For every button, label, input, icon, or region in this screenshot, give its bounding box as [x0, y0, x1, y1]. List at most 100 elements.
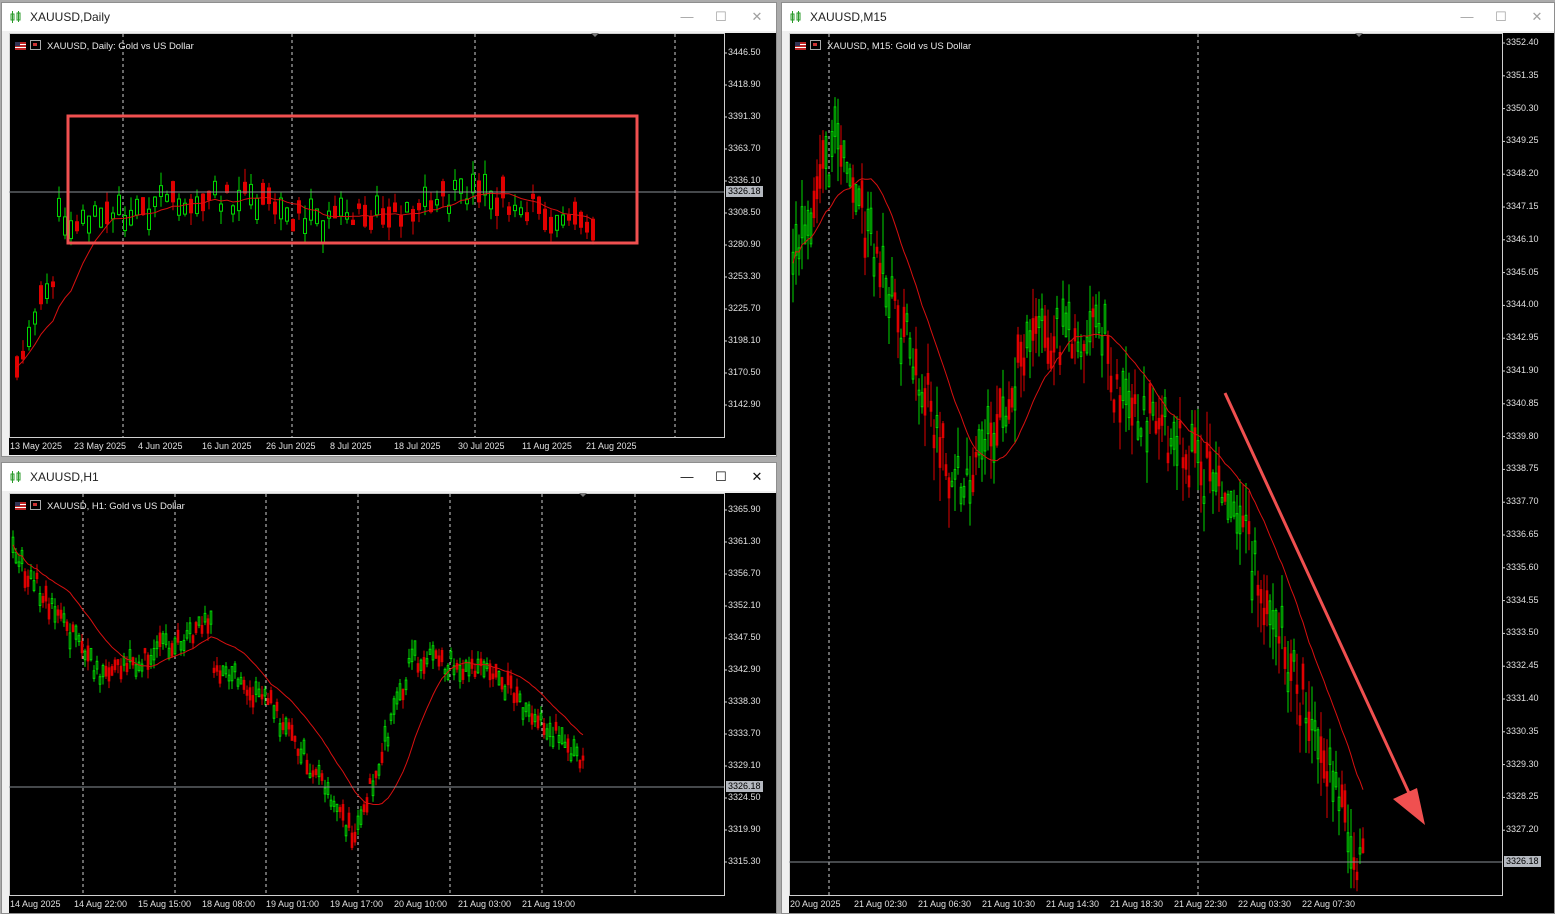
candle — [245, 685, 249, 705]
candle — [500, 676, 504, 693]
candle — [585, 214, 589, 239]
candle — [800, 180, 804, 270]
candle — [1184, 449, 1188, 484]
candle — [465, 186, 469, 211]
candle — [1169, 428, 1173, 455]
candle — [1139, 426, 1143, 447]
candle — [929, 381, 933, 427]
candle — [579, 210, 583, 235]
candle — [1196, 408, 1200, 491]
maximize-button[interactable]: ☐ — [1488, 7, 1514, 27]
candle — [1250, 541, 1254, 614]
candle — [242, 676, 246, 694]
candle — [803, 205, 807, 245]
time-axis-label: 21 Aug 2025 — [586, 441, 637, 451]
candle — [917, 378, 921, 425]
candle — [273, 193, 277, 225]
candle — [501, 174, 505, 208]
h1-chart-area[interactable]: XAUUSD, H1: Gold vs US Dollar 3365.90 336… — [9, 493, 776, 913]
candle — [1274, 608, 1278, 666]
candle — [1226, 490, 1230, 524]
candle — [1265, 575, 1269, 627]
minimize-button[interactable]: — — [674, 467, 700, 487]
daily-chart-area[interactable]: XAUUSD, Daily: Gold vs US Dollar 3446.50… — [9, 33, 776, 455]
candle — [428, 642, 432, 655]
candle — [1328, 728, 1332, 783]
candle — [521, 707, 525, 726]
candle — [207, 190, 211, 210]
price-axis-label: 3361.30 — [728, 536, 761, 546]
candle — [1292, 638, 1296, 672]
daily-titlebar[interactable]: XAUUSD,Daily — ☐ ✕ — [2, 3, 776, 31]
symbol-description: Gold vs US Dollar — [118, 41, 194, 52]
candle — [1331, 760, 1335, 822]
candle — [44, 580, 48, 609]
h1-chart-window[interactable]: XAUUSD,H1 — ☐ ✕ XAUUSD, H1: Gold vs US D… — [1, 462, 777, 914]
m15-chart-area[interactable]: XAUUSD, M15: Gold vs US Dollar 3352.40 33… — [789, 33, 1554, 913]
candle — [129, 197, 133, 227]
time-axis-label: 19 Aug 01:00 — [266, 899, 320, 909]
candle — [137, 654, 141, 673]
price-axis-label: 3352.40 — [1506, 37, 1539, 47]
candle — [275, 698, 279, 719]
price-axis-label: 3330.35 — [1506, 725, 1539, 736]
time-axis-label: 20 Aug 2025 — [790, 899, 841, 909]
close-button[interactable]: ✕ — [744, 7, 770, 27]
candle — [1151, 386, 1155, 421]
candle — [203, 605, 207, 626]
candle — [563, 734, 567, 748]
current-price-label: 3326.18 — [1504, 856, 1541, 867]
candle — [1361, 827, 1365, 854]
candle — [1220, 481, 1224, 506]
minimize-button[interactable]: — — [674, 7, 700, 27]
shift-marker[interactable] — [591, 33, 599, 37]
daily-chart-window[interactable]: XAUUSD,Daily — ☐ ✕ XAUUSD, Daily: Gold v… — [1, 2, 777, 457]
candle — [302, 737, 306, 756]
candle — [83, 648, 87, 667]
price-axis-label: 3315.30 — [728, 856, 761, 866]
candle — [27, 320, 31, 351]
candle — [237, 176, 241, 222]
candle — [1301, 657, 1305, 705]
candle — [188, 616, 192, 643]
symbol-label: XAUUSD, Daily: — [47, 41, 116, 52]
candle — [477, 173, 481, 208]
candle — [1199, 434, 1203, 513]
maximize-button[interactable]: ☐ — [708, 467, 734, 487]
minimize-button[interactable]: — — [1454, 7, 1480, 27]
candle — [512, 691, 516, 712]
shift-marker[interactable] — [579, 493, 587, 497]
candle — [515, 678, 519, 706]
candle — [890, 257, 894, 299]
candle — [177, 193, 181, 221]
price-axis-label: 3345.05 — [1506, 266, 1539, 277]
candle — [87, 215, 91, 244]
candle — [359, 806, 363, 828]
candle — [1013, 357, 1017, 444]
candle — [152, 639, 156, 669]
candle — [219, 195, 223, 225]
candle — [1043, 305, 1047, 352]
candle — [231, 204, 235, 223]
candle — [59, 602, 63, 622]
h1-titlebar[interactable]: XAUUSD,H1 — ☐ ✕ — [2, 463, 776, 491]
m15-chart-window[interactable]: XAUUSD,M15 — ☐ ✕ XAUUSD, M15: Gold vs US… — [781, 2, 1555, 914]
shift-marker[interactable] — [1355, 33, 1363, 37]
candle — [416, 656, 420, 678]
m15-titlebar[interactable]: XAUUSD,M15 — ☐ ✕ — [782, 3, 1554, 31]
time-axis-label: 15 Aug 15:00 — [138, 899, 192, 909]
candle — [257, 681, 261, 698]
candle — [89, 647, 93, 662]
candle — [116, 659, 120, 674]
candle — [350, 825, 354, 851]
candle — [1010, 386, 1014, 413]
candle — [483, 160, 487, 207]
maximize-button[interactable]: ☐ — [708, 7, 734, 27]
candle — [224, 662, 228, 678]
close-button[interactable]: ✕ — [744, 467, 770, 487]
candle — [1232, 489, 1236, 520]
candle — [413, 640, 417, 661]
close-button[interactable]: ✕ — [1524, 7, 1550, 27]
candle — [267, 182, 271, 211]
candle — [395, 687, 399, 710]
